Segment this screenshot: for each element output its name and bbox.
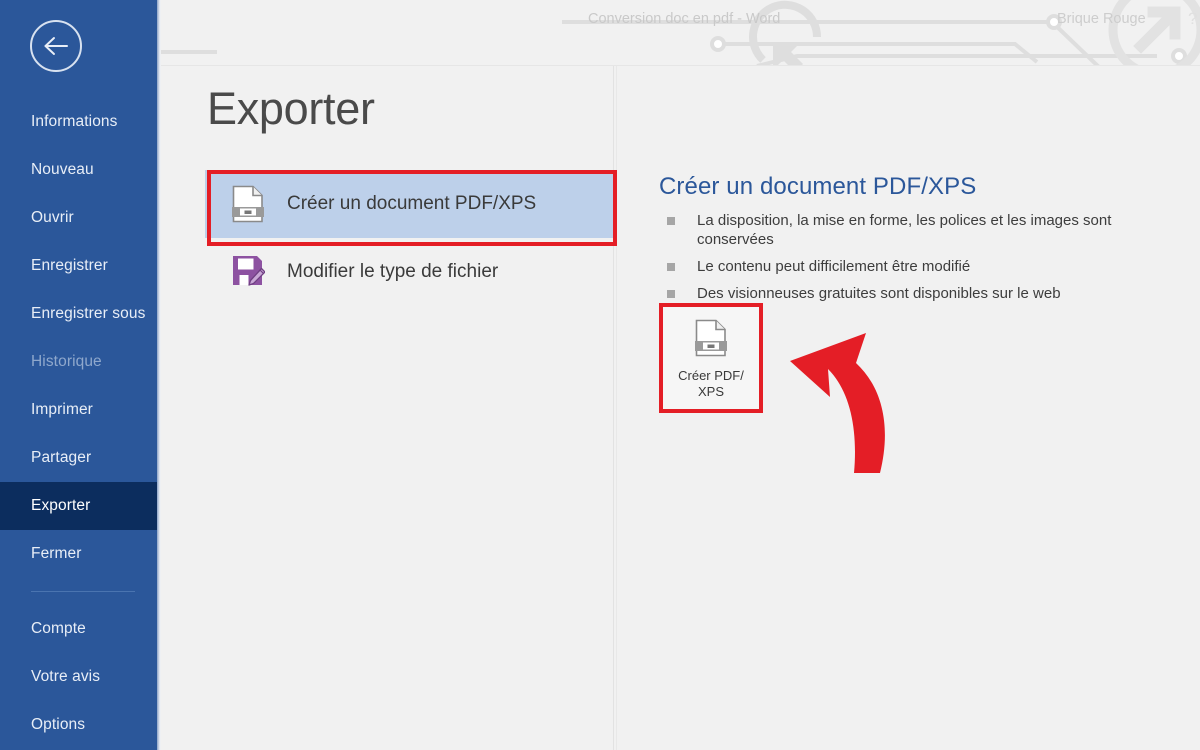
- bullet-text: Des visionneuses gratuites sont disponib…: [697, 285, 1061, 302]
- sidebar-item-imprimer[interactable]: Imprimer: [0, 386, 157, 434]
- sidebar-item-nouveau[interactable]: Nouveau: [0, 146, 157, 194]
- sidebar-item-informations[interactable]: Informations: [0, 98, 157, 146]
- option-label: Créer un document PDF/XPS: [287, 193, 537, 214]
- backstage-nav-list: Informations Nouveau Ouvrir Enregistrer …: [0, 98, 157, 749]
- button-label-line-1: Créer PDF/: [678, 368, 744, 383]
- sidebar-edge-shadow: [157, 0, 161, 750]
- backstage-sidebar: Informations Nouveau Ouvrir Enregistrer …: [0, 0, 157, 750]
- list-item: La disposition, la mise en forme, les po…: [659, 211, 1189, 249]
- option-label: Modifier le type de fichier: [287, 261, 499, 282]
- header-divider: [157, 65, 1200, 66]
- option-creer-document-pdf-xps[interactable]: Créer un document PDF/XPS: [205, 170, 615, 238]
- sidebar-item-compte[interactable]: Compte: [0, 605, 157, 653]
- back-arrow-icon[interactable]: [30, 20, 82, 72]
- bullet-text: Le contenu peut difficilement être modif…: [697, 258, 971, 275]
- brand-label: Brique Rouge: [1057, 11, 1146, 27]
- list-item: Le contenu peut difficilement être modif…: [659, 257, 1189, 276]
- column-divider: [613, 66, 614, 750]
- bullet-square-icon: [667, 217, 675, 225]
- pdf-document-icon: [695, 319, 727, 362]
- sidebar-item-votre-avis[interactable]: Votre avis: [0, 653, 157, 701]
- create-pdf-xps-button-wrap: Créer PDF/ XPS: [659, 303, 763, 413]
- page-title: Exporter: [207, 83, 375, 134]
- export-detail-pane: Créer un document PDF/XPS La disposition…: [659, 173, 1189, 311]
- button-label-line-2: XPS: [697, 384, 724, 399]
- column-divider-secondary: [616, 66, 617, 750]
- word-backstage-export-screen: Informations Nouveau Ouvrir Enregistrer …: [0, 0, 1200, 750]
- create-pdf-xps-button[interactable]: Créer PDF/ XPS: [659, 303, 763, 413]
- pdf-document-icon: [225, 185, 271, 223]
- export-option-list: Créer un document PDF/XPS Modifier le ty…: [205, 170, 615, 306]
- window-header: Conversion doc en pdf - Word Brique Roug…: [157, 0, 1200, 66]
- detail-heading: Créer un document PDF/XPS: [659, 173, 977, 200]
- sidebar-item-partager[interactable]: Partager: [0, 434, 157, 482]
- sidebar-divider: [31, 591, 135, 592]
- floppy-disk-pencil-icon: [225, 254, 271, 290]
- sidebar-item-options[interactable]: Options: [0, 701, 157, 749]
- list-item: Des visionneuses gratuites sont disponib…: [659, 284, 1189, 303]
- document-title: Conversion doc en pdf - Word: [588, 11, 781, 27]
- create-pdf-xps-button-label: Créer PDF/ XPS: [667, 368, 755, 400]
- sidebar-item-fermer[interactable]: Fermer: [0, 530, 157, 578]
- sidebar-item-enregistrer-sous[interactable]: Enregistrer sous: [0, 290, 157, 338]
- circuit-watermark-graphic: [157, 0, 1200, 66]
- bullet-square-icon: [667, 290, 675, 298]
- option-modifier-type-fichier[interactable]: Modifier le type de fichier: [205, 238, 615, 306]
- bullet-square-icon: [667, 263, 675, 271]
- sidebar-item-exporter[interactable]: Exporter: [0, 482, 157, 530]
- sidebar-item-historique: Historique: [31, 353, 102, 370]
- detail-bullet-list: La disposition, la mise en forme, les po…: [659, 211, 1189, 303]
- help-icon[interactable]: ?: [1188, 9, 1197, 29]
- sidebar-item-enregistrer[interactable]: Enregistrer: [0, 242, 157, 290]
- sidebar-item-ouvrir[interactable]: Ouvrir: [0, 194, 157, 242]
- bullet-text: La disposition, la mise en forme, les po…: [697, 212, 1112, 248]
